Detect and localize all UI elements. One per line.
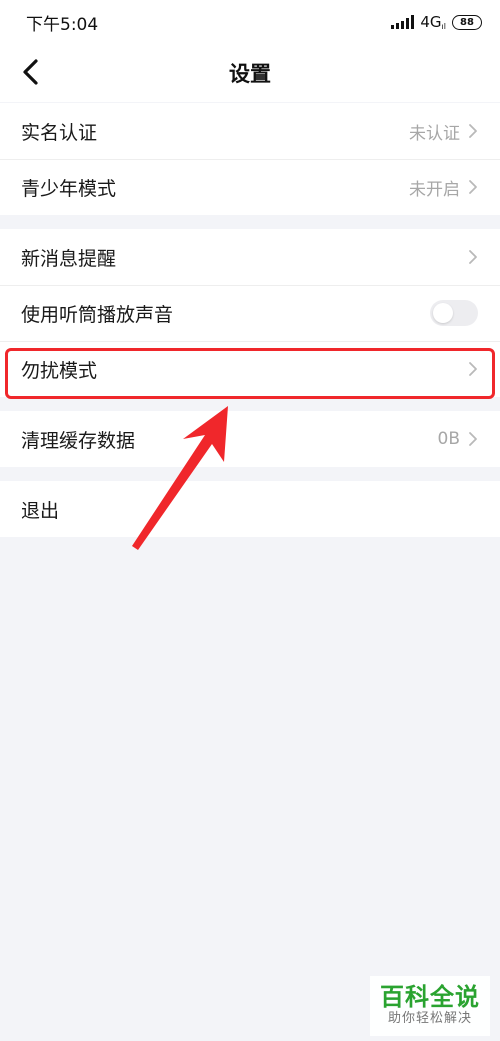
watermark-logo: 百科全说 助你轻松解决 — [370, 976, 490, 1036]
chevron-right-icon — [469, 432, 477, 446]
battery-level: 88 — [460, 16, 474, 28]
chevron-right-icon — [469, 250, 477, 264]
settings-group-storage: 清理缓存数据 0B — [0, 411, 500, 467]
back-button[interactable] — [10, 52, 50, 92]
status-time: 下午5:04 — [26, 14, 99, 35]
settings-group-notifications: 新消息提醒 使用听筒播放声音 勿扰模式 — [0, 229, 500, 397]
watermark-title: 百科全说 — [380, 983, 480, 1012]
chevron-right-icon — [469, 362, 477, 376]
row-value: 0B — [437, 429, 460, 449]
earpiece-toggle[interactable] — [430, 300, 478, 326]
status-bar: 下午5:04 4Gıl 88 — [0, 0, 500, 44]
row-label: 退出 — [21, 499, 60, 522]
row-label: 清理缓存数据 — [21, 429, 136, 452]
row-label: 勿扰模式 — [21, 359, 98, 382]
row-teen-mode[interactable]: 青少年模式 未开启 — [0, 159, 500, 215]
network-type: 4Gıl — [420, 13, 446, 31]
row-do-not-disturb[interactable]: 勿扰模式 — [0, 341, 500, 397]
settings-group-logout: 退出 — [0, 481, 500, 537]
page-title: 设置 — [229, 62, 271, 86]
chevron-right-icon — [469, 180, 477, 194]
row-label: 使用听筒播放声音 — [21, 303, 174, 326]
row-label: 新消息提醒 — [21, 247, 117, 270]
signal-icon — [391, 15, 415, 29]
row-earpiece-playback: 使用听筒播放声音 — [0, 285, 500, 341]
row-clear-cache[interactable]: 清理缓存数据 0B — [0, 411, 500, 467]
logout-button[interactable]: 退出 — [0, 481, 500, 537]
row-value: 未认证 — [409, 123, 460, 144]
watermark-subtitle: 助你轻松解决 — [387, 1010, 472, 1026]
row-new-message-alert[interactable]: 新消息提醒 — [0, 229, 500, 285]
status-indicators: 4Gıl 88 — [391, 13, 482, 31]
toggle-knob — [433, 303, 453, 323]
battery-icon: 88 — [452, 14, 482, 30]
settings-group-account: 实名认证 未认证 青少年模式 未开启 — [0, 103, 500, 215]
row-label: 实名认证 — [21, 121, 98, 144]
row-value: 未开启 — [409, 179, 460, 200]
row-real-name-verification[interactable]: 实名认证 未认证 — [0, 103, 500, 159]
navigation-header: 设置 — [0, 44, 500, 102]
chevron-right-icon — [469, 124, 477, 138]
row-label: 青少年模式 — [21, 177, 117, 200]
chevron-left-icon — [23, 59, 38, 85]
